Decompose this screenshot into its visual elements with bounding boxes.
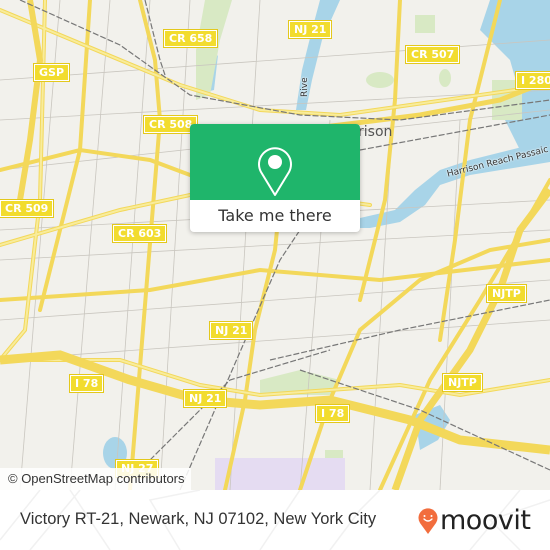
location-popup: Take me there — [190, 124, 360, 232]
road-shield-nj21: NJ 21 — [287, 20, 333, 39]
map[interactable]: CR 658 NJ 21 CR 507 GSP I 280 CR 508 CR … — [0, 0, 550, 490]
road-shield-njtp: NJTP — [442, 373, 483, 392]
airport — [215, 458, 345, 490]
road-shield-i280: I 280 — [515, 71, 550, 90]
osm-attribution[interactable]: © OpenStreetMap contributors — [0, 468, 191, 490]
road-shield-i78: I 78 — [314, 404, 351, 423]
take-me-there-button[interactable]: Take me there — [190, 200, 360, 232]
road-shield-cr603: CR 603 — [111, 224, 168, 243]
map-canvas — [0, 0, 550, 490]
road-shield-i78: I 78 — [68, 374, 105, 393]
footer: Victory RT-21, Newark, NJ 07102, New Yor… — [0, 490, 550, 550]
road-shield-cr507: CR 507 — [404, 45, 461, 64]
moovit-pin-smile-icon — [418, 508, 438, 534]
park-1 — [366, 72, 394, 88]
road-shield-cr509: CR 509 — [0, 199, 55, 218]
road-shield-gsp: GSP — [32, 63, 71, 82]
road-shield-cr658: CR 658 — [162, 29, 219, 48]
location-pin-icon — [258, 147, 292, 196]
road-shield-nj21: NJ 21 — [182, 389, 228, 408]
park-2 — [439, 69, 451, 87]
moovit-logo[interactable]: moovit — [418, 504, 531, 538]
major-roads-casing — [0, 0, 550, 490]
road-shield-nj21: NJ 21 — [208, 321, 254, 340]
road-shield-njtp: NJTP — [486, 284, 527, 303]
moovit-wordmark: moovit — [440, 505, 531, 536]
railways — [19, 0, 550, 490]
address-text: Victory RT-21, Newark, NJ 07102, New Yor… — [20, 510, 377, 528]
highway-i78 — [0, 350, 550, 455]
river-label-passaic: Rive — [300, 77, 310, 97]
place-label-harrison: rison — [358, 124, 393, 140]
highway-gsp — [17, 0, 44, 201]
park-4 — [415, 15, 435, 33]
popup-header — [190, 124, 360, 200]
